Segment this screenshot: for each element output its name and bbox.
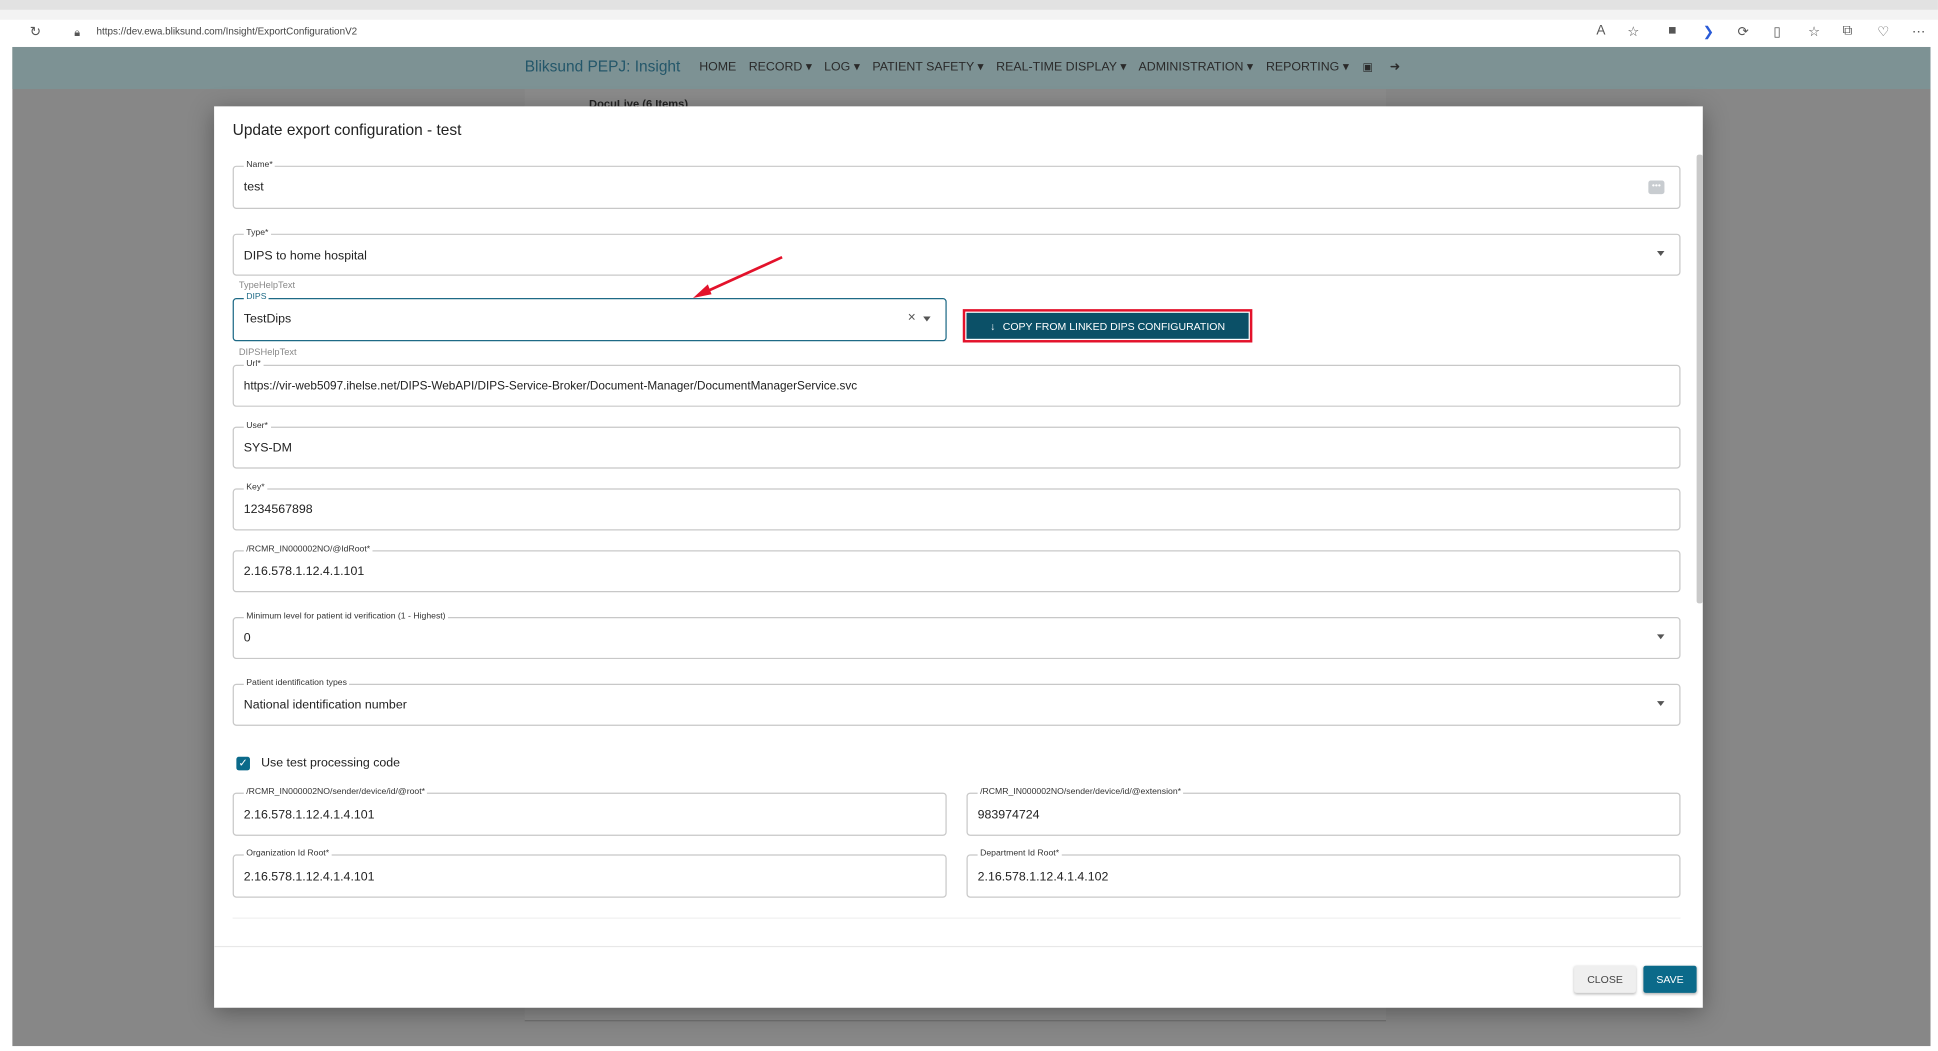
type-value: DIPS to home hospital — [243, 249, 367, 264]
id-root-value: 2.16.578.1.12.4.1.101 — [243, 565, 365, 579]
chevron-down-icon[interactable] — [1657, 701, 1665, 707]
more-icon[interactable]: ⋯ — [1912, 23, 1926, 40]
patient-id-types-label: Patient identification types — [243, 677, 350, 690]
key-field[interactable]: Key* 1234567898 — [232, 482, 1681, 531]
lock-icon: 🔒︎ — [74, 25, 81, 39]
display-icon[interactable]: ▣ — [1362, 61, 1373, 75]
organization-id-root-field[interactable]: Organization Id Root* 2.16.578.1.12.4.1.… — [232, 848, 947, 898]
extension-icon[interactable]: ❯ — [1703, 23, 1714, 40]
read-aloud-icon[interactable]: A — [1596, 23, 1605, 38]
chevron-down-icon[interactable] — [1657, 634, 1665, 640]
department-id-root-field[interactable]: Department Id Root* 2.16.578.1.12.4.1.4.… — [966, 848, 1681, 898]
test-processing-label: Use test processing code — [261, 756, 401, 771]
chevron-down-icon[interactable] — [923, 315, 931, 321]
dips-select[interactable]: DIPS TestDips × — [232, 291, 947, 342]
chevron-down-icon[interactable] — [1657, 251, 1665, 256]
save-button[interactable]: SAVE — [1643, 965, 1697, 993]
id-root-label: /RCMR_IN000002NO/@IdRoot* — [243, 544, 373, 557]
favorites-icon[interactable]: ☆ — [1808, 23, 1820, 40]
url-label: Url* — [243, 358, 264, 371]
tab-strip — [0, 9, 1938, 20]
user-field[interactable]: User* SYS-DM — [232, 420, 1681, 469]
favorite-star-icon[interactable]: ☆ — [1627, 23, 1639, 40]
device-extension-value: 983974724 — [977, 808, 1040, 823]
nav-record[interactable]: RECORD ▾ — [749, 61, 812, 75]
copy-from-linked-dips-button[interactable]: ↓ COPY FROM LINKED DIPS CONFIGURATION — [962, 309, 1253, 343]
extension-icon[interactable]: ⟳ — [1737, 23, 1748, 40]
device-extension-field[interactable]: /RCMR_IN000002NO/sender/device/id/@exten… — [966, 786, 1681, 836]
screen: ↻ 🔒︎ https://dev.ewa.bliksund.com/Insigh… — [0, 0, 1938, 1051]
test-processing-checkbox[interactable]: ✓ — [236, 756, 250, 771]
device-root-value: 2.16.578.1.12.4.1.4.101 — [243, 808, 375, 823]
copy-button-label: COPY FROM LINKED DIPS CONFIGURATION — [1002, 319, 1226, 333]
clear-icon[interactable]: × — [908, 310, 916, 325]
user-value: SYS-DM — [243, 441, 292, 456]
brand-title[interactable]: Bliksund PEPJ: Insight — [525, 58, 681, 75]
url-value: https://vir-web5097.ihelse.net/DIPS-WebA… — [243, 379, 858, 394]
dips-help: DIPSHelpText — [238, 346, 297, 358]
nav-reporting[interactable]: REPORTING ▾ — [1266, 61, 1349, 75]
window-top-bar — [0, 0, 1938, 10]
type-label: Type* — [243, 227, 271, 240]
organization-id-root-value: 2.16.578.1.12.4.1.4.101 — [243, 870, 375, 885]
dialog-scrollbar[interactable] — [1696, 154, 1703, 604]
min-level-select[interactable]: Minimum level for patient id verificatio… — [232, 610, 1681, 660]
department-id-root-label: Department Id Root* — [977, 848, 1062, 861]
annotation-arrow-icon — [693, 255, 783, 298]
nav-home[interactable]: HOME — [699, 61, 736, 75]
name-label: Name* — [243, 159, 276, 172]
extension-icon[interactable]: ■ — [1668, 23, 1676, 38]
min-level-label: Minimum level for patient id verificatio… — [243, 610, 449, 624]
logout-icon[interactable]: ➜ — [1390, 61, 1400, 75]
device-extension-label: /RCMR_IN000002NO/sender/device/id/@exten… — [977, 786, 1184, 799]
dips-label: DIPS — [243, 291, 269, 305]
split-screen-icon[interactable]: ▯ — [1773, 23, 1781, 40]
name-value: test — [243, 180, 264, 195]
nav-patient-safety[interactable]: PATIENT SAFETY ▾ — [872, 61, 983, 75]
refresh-icon[interactable]: ↻ — [30, 23, 41, 40]
patient-id-types-select[interactable]: Patient identification types National id… — [232, 677, 1681, 726]
type-help: TypeHelpText — [238, 279, 296, 291]
department-id-root-value: 2.16.578.1.12.4.1.4.102 — [977, 870, 1109, 885]
nav-real-time-display[interactable]: REAL-TIME DISPLAY ▾ — [996, 61, 1126, 75]
footer-divider — [214, 945, 1703, 948]
nav-administration[interactable]: ADMINISTRATION ▾ — [1139, 61, 1254, 75]
url-field[interactable]: https://dev.ewa.bliksund.com/Insight/Exp… — [97, 26, 358, 37]
patient-id-types-value: National identification number — [243, 698, 407, 713]
dips-value: TestDips — [243, 312, 292, 327]
url-field[interactable]: Url* https://vir-web5097.ihelse.net/DIPS… — [232, 358, 1681, 407]
collections-icon[interactable]: ⧉ — [1843, 23, 1853, 39]
device-root-label: /RCMR_IN000002NO/sender/device/id/@root* — [243, 786, 428, 799]
key-value: 1234567898 — [243, 503, 313, 517]
user-label: User* — [243, 420, 271, 433]
arrow-down-icon: ↓ — [990, 319, 996, 333]
device-root-field[interactable]: /RCMR_IN000002NO/sender/device/id/@root*… — [232, 786, 947, 836]
nav-log[interactable]: LOG ▾ — [824, 61, 860, 75]
performance-icon[interactable]: ♡ — [1877, 23, 1889, 40]
key-label: Key* — [243, 482, 268, 495]
name-field[interactable]: Name* test ••• — [232, 159, 1681, 209]
divider — [232, 917, 1681, 919]
close-button[interactable]: CLOSE — [1574, 965, 1636, 993]
password-manager-icon[interactable]: ••• — [1648, 180, 1665, 195]
organization-id-root-label: Organization Id Root* — [243, 848, 332, 861]
type-select[interactable]: Type* DIPS to home hospital — [232, 227, 1681, 276]
min-level-value: 0 — [243, 631, 251, 646]
id-root-field[interactable]: /RCMR_IN000002NO/@IdRoot* 2.16.578.1.12.… — [232, 544, 1681, 593]
dialog-title: Update export configuration - test — [232, 121, 462, 139]
